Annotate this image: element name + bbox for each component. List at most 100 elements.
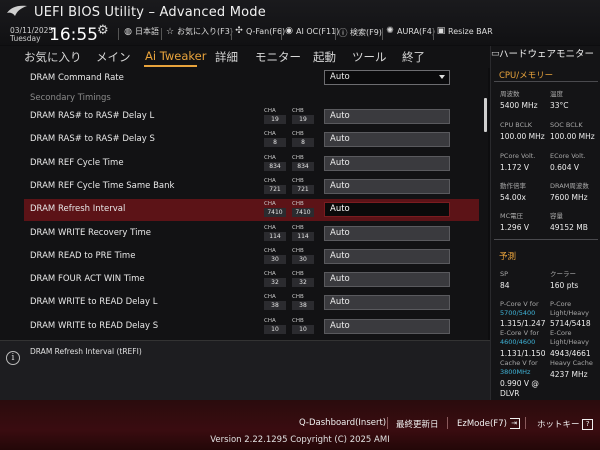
timing-label: DRAM REF Cycle Time Same Bank bbox=[30, 181, 175, 191]
soc-bclk-label: SOC BCLK bbox=[550, 121, 583, 129]
tab-advanced[interactable]: 詳細 bbox=[215, 49, 238, 65]
help-question-icon: ? bbox=[582, 419, 594, 430]
tab-main[interactable]: メイン bbox=[96, 49, 131, 65]
cache-v-value: 0.990 V @ bbox=[500, 379, 539, 388]
cha-header: CHA bbox=[264, 318, 276, 324]
timing-value-input[interactable]: Auto bbox=[324, 295, 450, 310]
capacity-value: 49152 MB bbox=[550, 223, 588, 232]
timing-label: DRAM RAS# to RAS# Delay L bbox=[30, 111, 155, 121]
cha-header: CHA bbox=[264, 108, 276, 114]
chb-header: CHB bbox=[292, 294, 304, 300]
timing-value-input[interactable]: Auto bbox=[324, 132, 450, 147]
dram-freq-label: DRAM周波数 bbox=[550, 182, 589, 190]
resize-bar-button[interactable]: ▣ Resize BAR bbox=[436, 26, 493, 36]
cha-header: CHA bbox=[264, 201, 276, 207]
hardware-monitor-panel: ▭ ハードウェアモニター CPU/メモリー 周波数 5400 MHz 温度 33… bbox=[490, 46, 600, 400]
chb-value: 834 bbox=[292, 162, 314, 171]
command-rate-dropdown[interactable]: Auto bbox=[324, 70, 450, 85]
favorites-button[interactable]: ☆ お気に入り(F3) bbox=[165, 26, 233, 37]
cha-header: CHA bbox=[264, 248, 276, 254]
timing-row[interactable]: DRAM WRITE to READ Delay S CHA 10 CHB 10 Auto bbox=[24, 316, 479, 338]
timing-value-input[interactable]: Auto bbox=[324, 226, 450, 241]
last-modified-button[interactable]: 最終更新日 bbox=[396, 418, 439, 430]
cha-channel: CHA 721 bbox=[264, 178, 286, 194]
cha-channel: CHA 19 bbox=[264, 108, 286, 124]
cha-header: CHA bbox=[264, 294, 276, 300]
chb-value: 38 bbox=[292, 301, 314, 310]
tab-monitor[interactable]: モニター bbox=[255, 49, 301, 65]
cpu-freq-label: 周波数 bbox=[500, 90, 520, 98]
language-button[interactable]: ◍ 日本語 bbox=[123, 26, 159, 37]
globe-icon: ◍ bbox=[124, 26, 132, 37]
app-title: UEFI BIOS Utility – Advanced Mode bbox=[34, 5, 266, 20]
tab-boot[interactable]: 起動 bbox=[313, 49, 336, 65]
cha-value: 38 bbox=[264, 301, 286, 310]
cache-v-freq: 3800MHz bbox=[500, 368, 531, 376]
qfan-button[interactable]: ✣ Q-Fan(F6) bbox=[234, 26, 285, 36]
q-dashboard-button[interactable]: Q-Dashboard(Insert) bbox=[299, 418, 386, 428]
info-icon: i bbox=[6, 351, 20, 365]
timing-row[interactable]: DRAM WRITE Recovery Time CHA 114 CHB 114 Auto bbox=[24, 223, 479, 245]
timing-row[interactable]: DRAM Refresh Interval CHA 7410 CHB 7410 Auto bbox=[24, 199, 479, 221]
chb-header: CHB bbox=[292, 201, 304, 207]
cooler-label: クーラー bbox=[550, 270, 576, 278]
timing-row[interactable]: DRAM WRITE to READ Delay L CHA 38 CHB 38 Auto bbox=[24, 292, 479, 314]
cpu-bclk-value: 100.00 MHz bbox=[500, 132, 545, 141]
section-secondary-timings: Secondary Timings bbox=[30, 93, 111, 103]
aura-icon: ✺ bbox=[386, 26, 394, 36]
timing-row[interactable]: DRAM FOUR ACT WIN Time CHA 32 CHB 32 Auto bbox=[24, 269, 479, 291]
ai-oc-button[interactable]: ◉ AI OC(F11) bbox=[284, 26, 339, 36]
timing-value-input[interactable]: Auto bbox=[324, 272, 450, 287]
timing-value-input[interactable]: Auto bbox=[324, 249, 450, 264]
pcore-lh-label-2: Light/Heavy bbox=[550, 309, 589, 317]
tab-exit[interactable]: 終了 bbox=[402, 49, 425, 65]
cpu-temp-label: 温度 bbox=[550, 90, 563, 98]
aura-button[interactable]: ✺ AURA(F4) bbox=[385, 26, 435, 36]
timing-label: DRAM Refresh Interval bbox=[30, 204, 126, 214]
timing-row[interactable]: DRAM READ to PRE Time CHA 30 CHB 30 Auto bbox=[24, 246, 479, 268]
timing-value-input[interactable]: Auto bbox=[324, 179, 450, 194]
language-label: 日本語 bbox=[135, 27, 159, 36]
ai-icon: ◉ bbox=[285, 26, 293, 36]
cha-value: 721 bbox=[264, 185, 286, 194]
timing-row[interactable]: DRAM RAS# to RAS# Delay L CHA 19 CHB 19 Auto bbox=[24, 106, 479, 128]
search-button[interactable]: ⓘ 検索(F9) bbox=[338, 26, 381, 39]
pcore-lh-label: P-Core bbox=[550, 300, 572, 308]
timing-label: DRAM WRITE to READ Delay S bbox=[30, 321, 159, 331]
help-panel: i DRAM Refresh Interval (tREFI) bbox=[0, 340, 490, 400]
hotkeys-button[interactable]: ホットキー ? bbox=[537, 418, 594, 430]
timing-value-input[interactable]: Auto bbox=[324, 109, 450, 124]
tab-favorites[interactable]: お気に入り bbox=[24, 49, 82, 65]
timing-row[interactable]: DRAM REF Cycle Time Same Bank CHA 721 CHB 72… bbox=[24, 176, 479, 198]
chb-channel: CHB 7410 bbox=[292, 201, 314, 217]
timing-row[interactable]: DRAM REF Cycle Time CHA 834 CHB 834 Auto bbox=[24, 153, 479, 175]
timing-label: DRAM WRITE Recovery Time bbox=[30, 228, 151, 238]
sp-label: SP bbox=[500, 270, 509, 278]
ratio-value: 54.00x bbox=[500, 193, 526, 202]
chb-value: 7410 bbox=[292, 208, 314, 217]
ezmode-button[interactable]: EzMode(F7) ⇥ bbox=[457, 418, 520, 429]
ecore-v-label: E-Core V for bbox=[500, 329, 540, 337]
timing-value-input[interactable]: Auto bbox=[324, 202, 450, 217]
chb-channel: CHB 114 bbox=[292, 225, 314, 241]
ezmode-label: EzMode(F7) bbox=[457, 419, 507, 429]
chb-header: CHB bbox=[292, 318, 304, 324]
ecore-volt-label: ECore Volt. bbox=[550, 152, 586, 160]
chb-value: 8 bbox=[292, 138, 314, 147]
scrollbar[interactable] bbox=[484, 98, 487, 132]
chb-header: CHB bbox=[292, 248, 304, 254]
cha-header: CHA bbox=[264, 225, 276, 231]
tab-ai-tweaker[interactable]: Ai Tweaker bbox=[145, 49, 206, 63]
cha-header: CHA bbox=[264, 155, 276, 161]
timing-label: DRAM READ to PRE Time bbox=[30, 251, 136, 261]
ecore-v-value: 1.131/1.150 bbox=[500, 349, 546, 358]
timing-value-input[interactable]: Auto bbox=[324, 319, 450, 334]
clock-display: 16:55 bbox=[49, 25, 98, 45]
timing-row[interactable]: DRAM RAS# to RAS# Delay S CHA 8 CHB 8 Auto bbox=[24, 129, 479, 151]
cha-value: 32 bbox=[264, 278, 286, 287]
footer-bar: Q-Dashboard(Insert) 最終更新日 EzMode(F7) ⇥ ホ… bbox=[0, 400, 600, 450]
gear-icon[interactable]: ⚙ bbox=[97, 24, 111, 38]
timing-value-input[interactable]: Auto bbox=[324, 156, 450, 171]
command-rate-value: Auto bbox=[330, 72, 350, 82]
tab-tool[interactable]: ツール bbox=[352, 49, 387, 65]
